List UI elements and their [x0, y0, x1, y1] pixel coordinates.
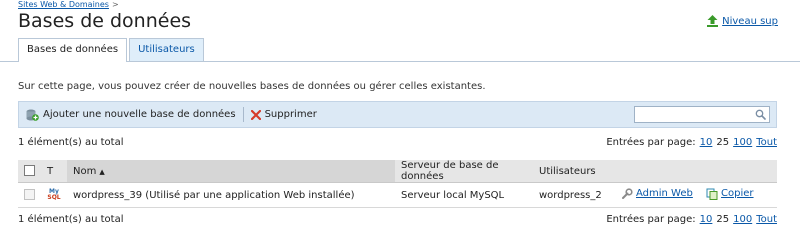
pager-bottom-option-all[interactable]: Tout	[756, 214, 777, 225]
row-user: wordpress_2	[533, 182, 615, 208]
total-count-top: 1 élément(s) au total	[18, 137, 124, 148]
pager-bottom: Entrées par page: 10 25 100 Tout	[606, 214, 777, 225]
pager-top: Entrées par page: 10 25 100 Tout	[606, 137, 777, 148]
tab-databases[interactable]: Bases de données	[18, 38, 128, 62]
add-database-button[interactable]: Ajouter une nouvelle base de données	[19, 102, 243, 127]
row-name: wordpress_39 (Utilisé par une applicatio…	[67, 182, 395, 208]
pager-bottom-option-10[interactable]: 10	[700, 214, 713, 225]
pager-bottom-option-100[interactable]: 100	[733, 214, 752, 225]
server-column-header[interactable]: Serveur de base de données	[395, 160, 533, 183]
name-column-label: Nom	[73, 165, 97, 177]
table-header-row: T Nom ▲ Serveur de base de données Utilis…	[18, 160, 777, 183]
pager-option-25: 25	[716, 137, 730, 148]
table-row: My SQL wordpress_39 (Utilisé par une appl…	[18, 182, 777, 208]
add-database-label: Ajouter une nouvelle base de données	[43, 109, 236, 120]
copy-label[interactable]: Copier	[721, 188, 754, 199]
intro-text: Sur cette page, vous pouvez créer de nou…	[18, 81, 486, 92]
row-type-cell: My SQL	[41, 182, 67, 208]
admin-web-button[interactable]: Admin Web	[621, 187, 693, 200]
search-input[interactable]	[635, 107, 751, 122]
pager-label: Entrées par page:	[606, 137, 696, 148]
tab-users[interactable]: Utilisateurs	[129, 38, 204, 61]
pager-label-bottom: Entrées par page:	[606, 214, 696, 225]
delete-button[interactable]: Supprimer	[244, 102, 324, 127]
admin-web-label[interactable]: Admin Web	[636, 188, 693, 199]
row-server: Serveur local MySQL	[395, 182, 533, 208]
add-database-icon	[26, 109, 39, 121]
row-checkbox[interactable]	[24, 189, 35, 201]
page-title: Bases de données	[18, 10, 192, 32]
breadcrumb-link-sites[interactable]: Sites Web & Domaines	[18, 0, 109, 9]
pager-option-10[interactable]: 10	[700, 137, 713, 148]
mysql-icon: My SQL	[47, 188, 61, 201]
row-select-cell	[18, 182, 41, 208]
users-column-header[interactable]: Utilisateurs	[533, 160, 615, 183]
pager-option-100[interactable]: 100	[733, 137, 752, 148]
breadcrumb: Sites Web & Domaines >	[18, 0, 119, 9]
wrench-icon	[622, 187, 633, 199]
delete-x-icon	[250, 109, 261, 120]
up-level-link[interactable]: Niveau sup	[707, 15, 778, 27]
select-all-checkbox[interactable]	[24, 165, 35, 177]
type-column-header[interactable]: T	[41, 160, 67, 183]
tab-bar: Bases de données Utilisateurs	[18, 38, 206, 62]
pager-bottom-option-25: 25	[716, 214, 730, 225]
databases-table: T Nom ▲ Serveur de base de données Utilis…	[18, 160, 777, 208]
name-column-header[interactable]: Nom ▲	[67, 160, 395, 183]
select-all-header	[18, 160, 41, 183]
search-box	[634, 106, 770, 123]
sort-ascending-icon: ▲	[99, 167, 105, 176]
row-actions: Admin Web Copier	[615, 182, 777, 208]
toolbar: Ajouter une nouvelle base de données Sup…	[18, 101, 777, 128]
copy-button[interactable]: Copier	[706, 188, 754, 200]
pager-option-all[interactable]: Tout	[756, 137, 777, 148]
breadcrumb-separator: >	[111, 0, 119, 9]
search-icon[interactable]	[755, 109, 766, 120]
delete-label: Supprimer	[264, 109, 317, 120]
up-level-label[interactable]: Niveau sup	[722, 16, 778, 27]
copy-icon	[706, 188, 718, 200]
actions-column-header	[615, 160, 777, 183]
up-arrow-icon	[707, 15, 719, 27]
total-count-bottom: 1 élément(s) au total	[18, 214, 124, 225]
